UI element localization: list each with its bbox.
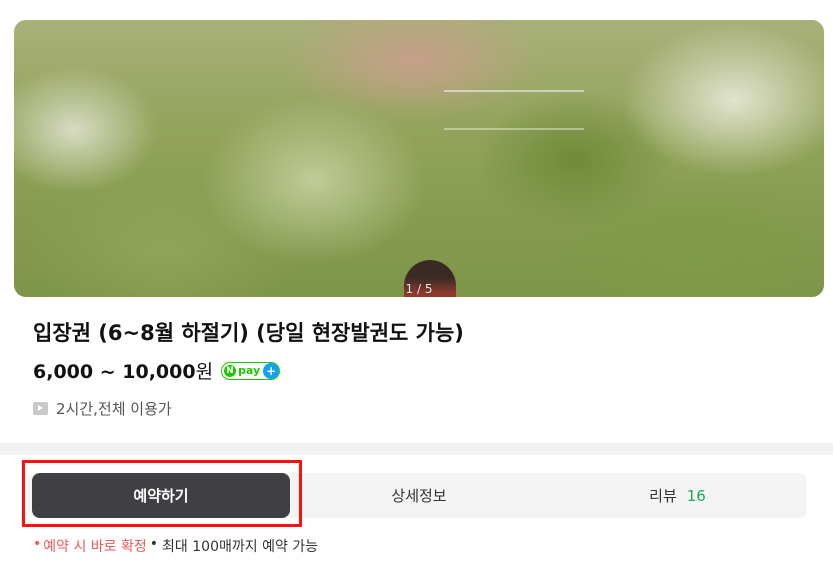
price: 6,000 ~ 10,000원 [33, 357, 213, 384]
section-divider [0, 443, 833, 455]
naver-n-icon: N [224, 364, 237, 377]
tab-details[interactable]: 상세정보 [290, 473, 548, 518]
price-unit: 원 [195, 361, 214, 383]
notice-highlight: 예약 시 바로 확정 [43, 539, 147, 555]
product-image[interactable]: 1 / 5 [14, 20, 824, 297]
fence-detail [444, 90, 584, 130]
play-icon [33, 402, 48, 415]
meta-text: 2시간,전체 이용가 [56, 400, 172, 418]
tab-details-label: 상세정보 [391, 487, 447, 505]
review-count: 16 [686, 486, 706, 505]
price-row: 6,000 ~ 10,000원 N pay + [33, 357, 281, 384]
highlight-box [22, 460, 302, 527]
tab-reviews[interactable]: 리뷰 16 [548, 473, 807, 518]
bullet: • [33, 536, 42, 552]
image-counter: 1 / 5 [405, 282, 433, 296]
product-meta: 2시간,전체 이용가 [33, 398, 172, 419]
bullet: • [149, 536, 159, 552]
notice-text: 최대 100매까지 예약 가능 [162, 539, 319, 555]
price-value: 6,000 ~ 10,000 [33, 361, 196, 383]
product-title: 입장권 (6~8월 하절기) (당일 현장발권도 가능) [33, 321, 464, 345]
npay-badge: N pay + [221, 361, 281, 380]
plus-icon: + [263, 362, 280, 379]
tab-reviews-label: 리뷰 [649, 487, 677, 505]
npay-label: pay [238, 364, 261, 377]
reservation-notice: • 예약 시 바로 확정 • 최대 100매까지 예약 가능 [33, 536, 318, 556]
